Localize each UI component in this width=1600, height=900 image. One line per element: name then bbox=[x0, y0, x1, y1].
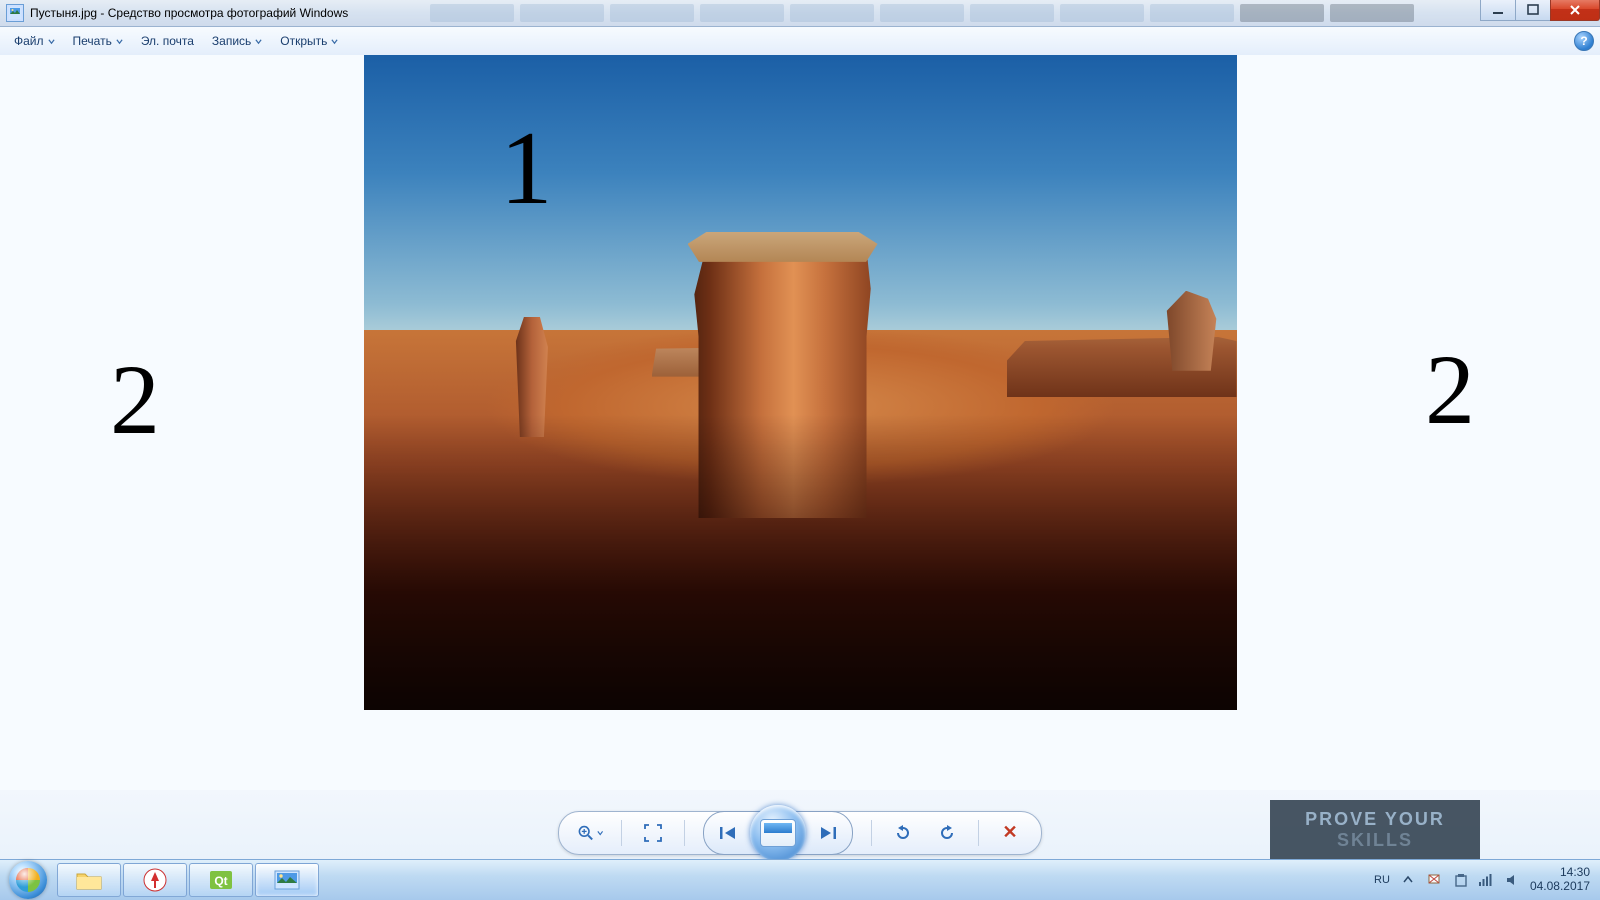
background-window-tabs bbox=[430, 0, 1470, 26]
input-language-indicator[interactable]: RU bbox=[1374, 874, 1390, 886]
menu-email-label: Эл. почта bbox=[141, 34, 194, 48]
clock[interactable]: 14:30 04.08.2017 bbox=[1530, 866, 1590, 894]
clock-date: 04.08.2017 bbox=[1530, 880, 1590, 894]
menu-open-label: Открыть bbox=[280, 34, 327, 48]
menu-burn-label: Запись bbox=[212, 34, 251, 48]
menu-bar: Файл Печать Эл. почта Запись Открыть ? bbox=[0, 27, 1600, 56]
volume-icon[interactable] bbox=[1504, 872, 1520, 888]
image-viewer-area bbox=[0, 55, 1600, 825]
yandex-icon bbox=[142, 867, 168, 893]
taskbar-item-photo-viewer[interactable] bbox=[255, 863, 319, 897]
clock-time: 14:30 bbox=[1530, 866, 1590, 880]
start-button[interactable] bbox=[0, 860, 56, 900]
chevron-down-icon bbox=[116, 38, 123, 45]
navigation-group bbox=[703, 811, 853, 855]
menu-print-label: Печать bbox=[73, 34, 112, 48]
power-icon[interactable] bbox=[1452, 872, 1468, 888]
app-icon bbox=[6, 4, 24, 22]
menu-file[interactable]: Файл bbox=[6, 32, 63, 50]
taskbar-item-explorer[interactable] bbox=[57, 863, 121, 897]
folder-icon bbox=[75, 869, 103, 891]
windows-logo-icon bbox=[9, 861, 47, 899]
menu-file-label: Файл bbox=[14, 34, 44, 48]
slideshow-button[interactable] bbox=[750, 805, 806, 861]
fit-to-window-button[interactable] bbox=[640, 820, 666, 846]
viewer-controls: ✕ bbox=[0, 800, 1600, 865]
next-button[interactable] bbox=[804, 812, 852, 854]
maximize-button[interactable] bbox=[1515, 0, 1551, 21]
skip-previous-icon bbox=[717, 825, 739, 841]
photo-viewer-icon bbox=[273, 869, 301, 891]
rotate-ccw-button[interactable] bbox=[890, 820, 916, 846]
rotate-ccw-icon bbox=[893, 823, 913, 843]
network-icon[interactable] bbox=[1478, 872, 1494, 888]
minimize-button[interactable] bbox=[1480, 0, 1516, 21]
chevron-down-icon bbox=[255, 38, 262, 45]
help-button[interactable]: ? bbox=[1574, 31, 1594, 51]
title-bar: Пустыня.jpg - Средство просмотра фотогра… bbox=[0, 0, 1600, 27]
menu-print[interactable]: Печать bbox=[65, 32, 131, 50]
taskbar-item-yandex[interactable] bbox=[123, 863, 187, 897]
delete-button[interactable]: ✕ bbox=[997, 820, 1023, 846]
menu-open[interactable]: Открыть bbox=[272, 32, 346, 50]
slideshow-icon bbox=[760, 819, 796, 847]
displayed-image bbox=[364, 55, 1237, 710]
delete-icon: ✕ bbox=[1002, 822, 1017, 843]
menu-email[interactable]: Эл. почта bbox=[133, 32, 202, 50]
previous-button[interactable] bbox=[704, 812, 752, 854]
menu-burn[interactable]: Запись bbox=[204, 32, 270, 50]
window-title: Пустыня.jpg - Средство просмотра фотогра… bbox=[30, 6, 348, 20]
taskbar: Qt RU 14:30 04.08.2017 bbox=[0, 859, 1600, 900]
skip-next-icon bbox=[817, 825, 839, 841]
magnifier-icon bbox=[577, 822, 595, 844]
qt-icon: Qt bbox=[208, 867, 234, 893]
show-hidden-icons-button[interactable] bbox=[1400, 872, 1416, 888]
action-center-icon[interactable] bbox=[1426, 872, 1442, 888]
help-icon: ? bbox=[1580, 34, 1587, 48]
system-tray: RU 14:30 04.08.2017 bbox=[1364, 860, 1600, 900]
chevron-down-icon bbox=[48, 38, 55, 45]
rotate-cw-button[interactable] bbox=[934, 820, 960, 846]
chevron-down-icon bbox=[331, 38, 338, 45]
fit-window-icon bbox=[643, 823, 663, 843]
rotate-cw-icon bbox=[937, 823, 957, 843]
chevron-down-icon bbox=[597, 829, 603, 837]
zoom-button[interactable] bbox=[577, 820, 603, 846]
taskbar-item-qt[interactable]: Qt bbox=[189, 863, 253, 897]
svg-text:Qt: Qt bbox=[214, 874, 227, 888]
close-button[interactable] bbox=[1550, 0, 1600, 21]
